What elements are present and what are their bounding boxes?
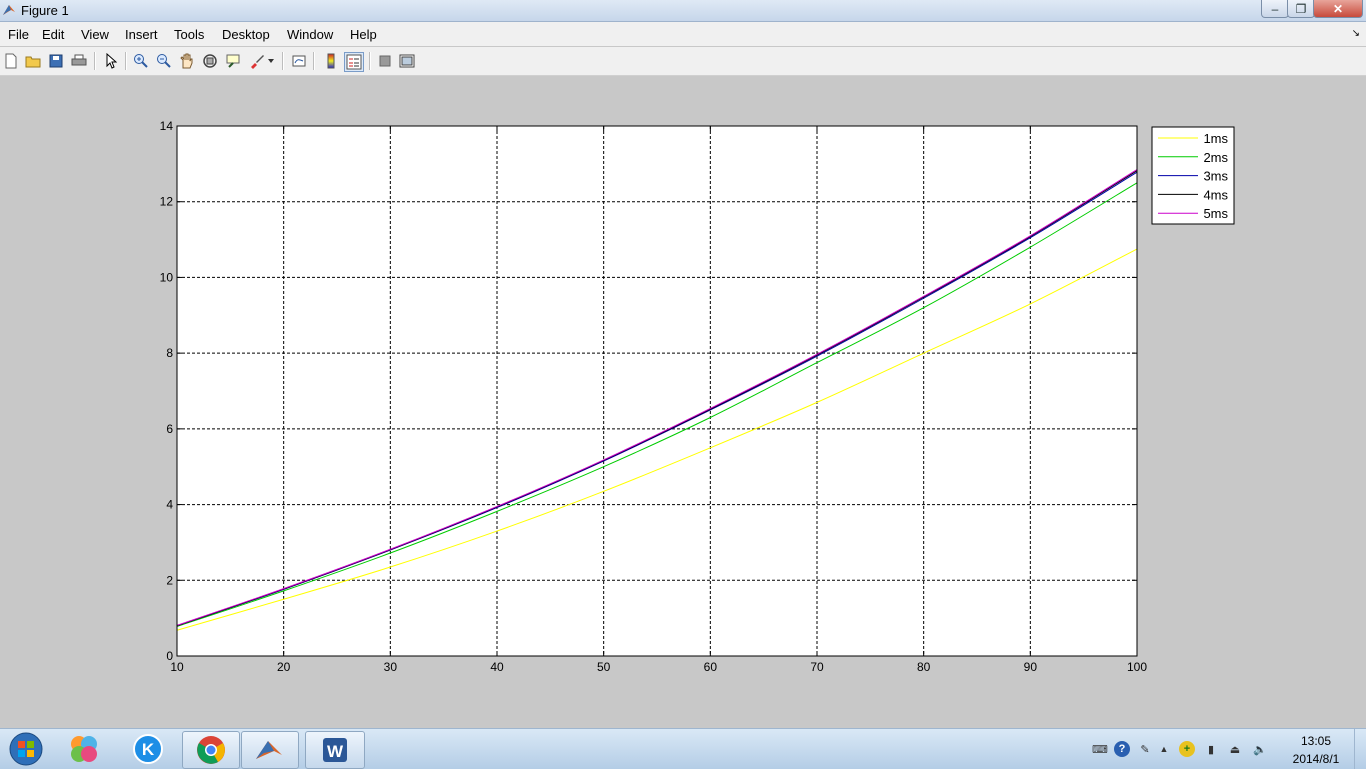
menu-view[interactable]: View [81,27,109,42]
line-chart: 10 20 30 40 50 60 70 80 90 10002468101214 1ms2ms3… [160,119,1235,674]
volume-icon[interactable]: 🔈 [1252,741,1268,757]
toolbar-separator [282,52,284,70]
y-tick-label: 2 [166,573,173,587]
word-icon[interactable]: W [305,731,365,769]
colorbar-icon[interactable] [322,52,340,70]
legend[interactable]: 1ms 2ms 3ms 4ms 5ms [1151,126,1235,225]
x-tick-label: 70 [810,660,824,674]
clock-time[interactable]: 13:05 [1296,734,1336,748]
app-colorful-icon[interactable] [60,731,108,767]
x-tick-label: 90 [1024,660,1038,674]
x-tick-label: 30 [384,660,398,674]
chrome-icon[interactable] [182,731,240,769]
show-plot-tools-icon[interactable] [398,52,416,70]
word-letter: W [327,742,344,761]
menu-tools[interactable]: Tools [174,27,204,42]
toolbar-separator [125,52,127,70]
save-icon[interactable] [47,52,65,70]
toolbar-separator [94,52,96,70]
y-tick-label: 10 [160,270,174,284]
kugou-letter: K [142,740,155,759]
legend-label: 2ms [1203,150,1228,165]
signal-icon[interactable]: ▮ [1203,741,1219,757]
edit-plot-arrow-icon[interactable] [102,52,120,70]
legend-label: 3ms [1203,169,1228,184]
matlab-icon[interactable] [241,731,299,769]
start-orb-icon[interactable] [2,731,50,767]
legend-label: 4ms [1203,187,1228,202]
link-plot-icon[interactable] [290,52,308,70]
y-tick-label: 0 [166,649,173,663]
menu-desktop[interactable]: Desktop [222,27,270,42]
figure-toolbar [0,47,1366,76]
window-title: Figure 1 [21,3,69,18]
x-tick-label: 80 [917,660,931,674]
zoom-out-icon[interactable] [155,52,173,70]
open-file-icon[interactable] [24,52,42,70]
x-tick-label: 40 [490,660,504,674]
menu-dock-arrow-icon[interactable]: ↘ [1352,28,1360,39]
menu-edit[interactable]: Edit [42,27,64,42]
close-button[interactable]: ✕ [1313,0,1363,18]
new-figure-icon[interactable] [2,52,20,70]
data-cursor-icon[interactable] [224,52,242,70]
windows-taskbar: K W ⌨ ? ✎ ▲ + ▮ ⏏ 🔈 13:05 2014/8/1 [0,728,1366,769]
y-tick-label: 14 [160,119,174,133]
toolbar-separator [369,52,371,70]
maximize-button[interactable]: ❐ [1287,0,1315,18]
rotate-3d-icon[interactable] [201,52,219,70]
y-tick-label: 6 [166,422,173,436]
hide-plot-tools-icon[interactable] [376,52,394,70]
print-icon[interactable] [70,52,88,70]
x-tick-label: 50 [597,660,611,674]
toolbar-separator [313,52,315,70]
menu-file[interactable]: File [8,27,29,42]
y-tick-label: 4 [166,498,173,512]
brush-dropdown-icon[interactable] [266,52,276,70]
menu-bar: File Edit View Insert Tools Desktop Wind… [0,22,1366,46]
axes-background [176,125,1138,657]
network-plus-icon[interactable]: + [1179,741,1195,757]
minimize-button[interactable]: ‒ [1261,0,1289,18]
language-icon[interactable]: ✎ [1137,741,1153,757]
legend-icon[interactable] [344,52,364,72]
show-hidden-arrow-icon[interactable]: ▲ [1156,741,1172,757]
x-tick-label: 60 [704,660,718,674]
matlab-figure-icon [3,5,15,15]
show-desktop-button[interactable] [1354,729,1366,769]
title-bar: Figure 1 ‒ ❐ ✕ [0,0,1366,22]
usb-icon[interactable]: ⏏ [1227,741,1243,757]
menu-insert[interactable]: Insert [125,27,158,42]
legend-label: 5ms [1203,206,1228,221]
x-tick-label: 20 [277,660,291,674]
clock-date[interactable]: 2014/8/1 [1284,752,1348,766]
kugou-icon[interactable]: K [124,731,172,767]
y-tick-label: 12 [160,195,174,209]
brush-icon[interactable] [248,52,266,70]
menu-window[interactable]: Window [287,27,333,42]
figure-canvas[interactable]: 10 20 30 40 50 60 70 80 90 100 0 2 4 6 8 10 12 14 1ms 2ms 3… [0,76,1366,728]
menu-help[interactable]: Help [350,27,377,42]
keyboard-icon[interactable]: ⌨ [1092,741,1108,757]
pan-hand-icon[interactable] [178,52,196,70]
y-tick-label: 8 [166,346,173,360]
x-tick-label: 100 [1127,660,1147,674]
zoom-in-icon[interactable] [132,52,150,70]
legend-label: 1ms [1203,131,1228,146]
help-icon[interactable]: ? [1114,741,1130,757]
